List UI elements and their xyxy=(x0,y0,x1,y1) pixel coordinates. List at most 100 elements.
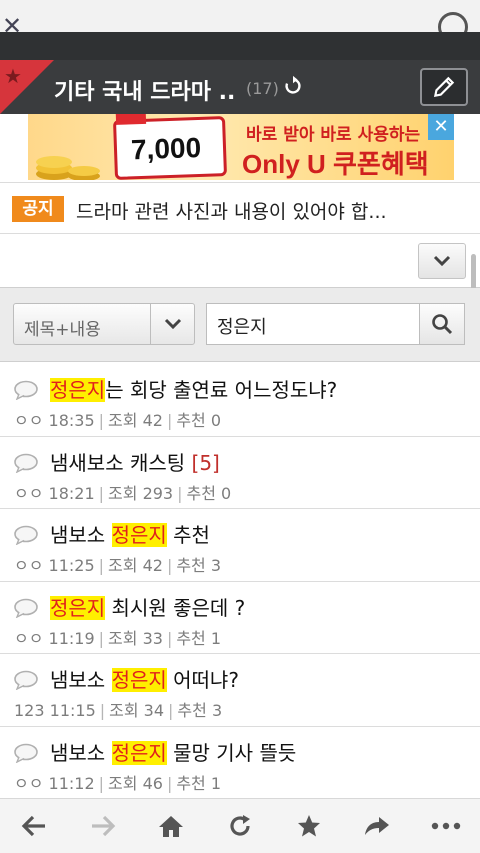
post-time: 18:35 xyxy=(48,411,95,430)
pencil-icon xyxy=(433,76,455,98)
notice-row[interactable]: 공지 드라마 관련 사진과 내용이 있어야 합... xyxy=(0,182,480,234)
post-row[interactable]: 정은지 최시원 좋은데 ? ㅇㅇ 11:19 | 조회 33 | 추천 1 xyxy=(0,581,480,655)
post-time: 18:21 xyxy=(48,483,95,503)
search-scope-value: 제목+내용 xyxy=(24,320,101,340)
post-title: 냄보소 정은지 어떠냐? xyxy=(50,664,239,693)
ad-banner[interactable]: 7,000 바로 받아 바로 사용하는 Only U 쿠폰혜택 xyxy=(28,114,454,180)
board-header: ★ 기타 국내 드라마 .. (17) xyxy=(0,60,480,114)
search-highlight: 정은지 xyxy=(111,523,167,548)
post-views: 조회 293 xyxy=(108,483,174,503)
post-title-post: 추천 xyxy=(166,523,210,548)
search-highlight: 정은지 xyxy=(111,668,167,693)
back-button[interactable] xyxy=(12,804,56,848)
bookmark-button[interactable] xyxy=(287,804,331,848)
speech-bubble-icon xyxy=(14,453,38,473)
ad-brand: Only U 쿠폰혜택 xyxy=(242,149,429,179)
post-views: 조회 42 xyxy=(108,411,163,430)
share-button[interactable] xyxy=(355,804,399,848)
board-count: (17) xyxy=(246,79,279,98)
search-bar: 제목+내용 정은지 xyxy=(0,288,480,362)
post-author: 123 xyxy=(14,701,45,721)
coupon-value: 7,000 xyxy=(130,131,202,166)
post-meta: ㅇㅇ 18:21 | 조회 293 | 추천 0 xyxy=(14,483,232,503)
expand-button[interactable] xyxy=(418,243,466,279)
search-icon xyxy=(432,314,453,335)
search-button[interactable] xyxy=(419,303,465,345)
post-author: ㅇㅇ xyxy=(14,411,44,430)
speech-bubble-icon xyxy=(14,525,38,546)
post-row[interactable]: 냄보소 정은지 어떠냐? 123 11:15 | 조회 34 | 추천 3 xyxy=(0,654,480,727)
coupon-tag xyxy=(115,114,147,125)
top-browser-bar: ✕ xyxy=(0,0,480,60)
post-author: ㅇㅇ xyxy=(14,773,44,793)
post-time: 11:19 xyxy=(48,628,95,648)
post-title-pre: 냄보소 xyxy=(50,740,112,765)
post-views: 조회 34 xyxy=(109,701,165,721)
post-meta: ㅇㅇ 11:25 | 조회 42 | 추천 3 xyxy=(14,556,222,576)
post-time: 11:25 xyxy=(48,556,95,576)
more-icon xyxy=(431,822,460,830)
coupon-card: 7,000 xyxy=(112,114,228,180)
post-author: ㅇㅇ xyxy=(14,628,44,648)
reload-icon xyxy=(230,815,250,836)
search-highlight: 정은지 xyxy=(50,595,106,620)
post-row[interactable]: 정은지는 회당 출연료 어느정도냐? ㅇㅇ 18:35 | 조회 42 | 추천 0 xyxy=(0,364,480,437)
notice-text: 드라마 관련 사진과 내용이 있어야 합... xyxy=(76,201,387,223)
post-title-pre: 냄새보소 캐스팅 xyxy=(50,450,192,475)
post-meta: ㅇㅇ 11:19 | 조회 33 | 추천 1 xyxy=(14,628,222,648)
post-title: 정은지는 회당 출연료 어느정도냐? xyxy=(50,374,337,403)
post-meta: 123 11:15 | 조회 34 | 추천 3 xyxy=(14,701,223,721)
post-author: ㅇㅇ xyxy=(14,483,44,503)
board-title[interactable]: 기타 국내 드라마 .. xyxy=(54,74,235,106)
post-recommends: 추천 3 xyxy=(176,556,222,576)
post-title-post: 물망 기사 뜰듯 xyxy=(166,740,297,765)
screen: ✕ ★ 기타 국내 드라마 .. (17) 7,000 바로 받아 바로 사용하… xyxy=(0,0,480,853)
post-title: 정은지 최시원 좋은데 ? xyxy=(50,592,245,621)
notice-badge: 공지 xyxy=(12,196,64,222)
post-recommends: 추천 1 xyxy=(176,773,222,793)
post-list: 정은지는 회당 출연료 어느정도냐? ㅇㅇ 18:35 | 조회 42 | 추천 0 냄… xyxy=(0,364,480,800)
post-author: ㅇㅇ xyxy=(14,556,44,576)
post-meta: ㅇㅇ 11:12 | 조회 46 | 추천 1 xyxy=(14,773,222,793)
post-row[interactable]: 냄새보소 캐스팅 [5] ㅇㅇ 18:21 | 조회 293 | 추천 0 xyxy=(0,436,480,510)
post-recommends: 추천 0 xyxy=(186,483,232,503)
post-title-pre: 냄보소 xyxy=(50,523,112,548)
post-recommends: 추천 0 xyxy=(176,411,222,430)
speech-bubble-icon xyxy=(14,743,38,763)
post-title-post: 어떠냐? xyxy=(166,668,239,693)
top-bar-strip xyxy=(0,32,480,60)
select-divider xyxy=(150,304,151,344)
search-scope-select[interactable]: 제목+내용 xyxy=(13,303,195,345)
post-title: 냄보소 정은지 추천 xyxy=(50,519,210,548)
back-arrow-icon xyxy=(22,815,46,837)
forward-arrow-icon xyxy=(91,815,116,837)
post-title-post: 최시원 좋은데 ? xyxy=(105,595,246,620)
post-title: 냄보소 정은지 물망 기사 뜰듯 xyxy=(50,737,296,766)
comment-count[interactable]: [5] xyxy=(192,451,220,475)
home-icon xyxy=(159,816,184,837)
search-highlight: 정은지 xyxy=(50,378,106,402)
post-time: 11:15 xyxy=(49,701,96,721)
chevron-down-icon xyxy=(164,318,182,330)
share-icon xyxy=(365,817,390,835)
ad-headline: 바로 받아 바로 사용하는 xyxy=(246,125,421,145)
post-title-post: 는 회당 출연료 어느정도냐? xyxy=(105,378,338,402)
post-views: 조회 33 xyxy=(108,628,163,648)
coins-icon xyxy=(36,156,100,180)
ad-close-button[interactable]: ✕ xyxy=(428,114,454,140)
reload-button[interactable] xyxy=(218,804,262,848)
post-row[interactable]: 냄보소 정은지 물망 기사 뜰듯 ㅇㅇ 11:12 | 조회 46 | 추천 1 xyxy=(0,726,480,800)
home-button[interactable] xyxy=(149,804,193,848)
post-views: 조회 46 xyxy=(108,773,163,793)
search-input[interactable]: 정은지 xyxy=(206,303,420,345)
post-row[interactable]: 냄보소 정은지 추천 ㅇㅇ 11:25 | 조회 42 | 추천 3 xyxy=(0,509,480,582)
post-views: 조회 42 xyxy=(108,556,163,576)
refresh-icon[interactable] xyxy=(282,75,304,97)
browser-bottom-nav xyxy=(0,798,480,853)
search-highlight: 정은지 xyxy=(111,740,167,765)
forward-button[interactable] xyxy=(81,804,125,848)
chevron-down-icon xyxy=(433,255,451,267)
star-icon[interactable]: ★ xyxy=(4,64,22,88)
write-post-button[interactable] xyxy=(420,68,468,106)
more-button[interactable] xyxy=(424,804,468,848)
